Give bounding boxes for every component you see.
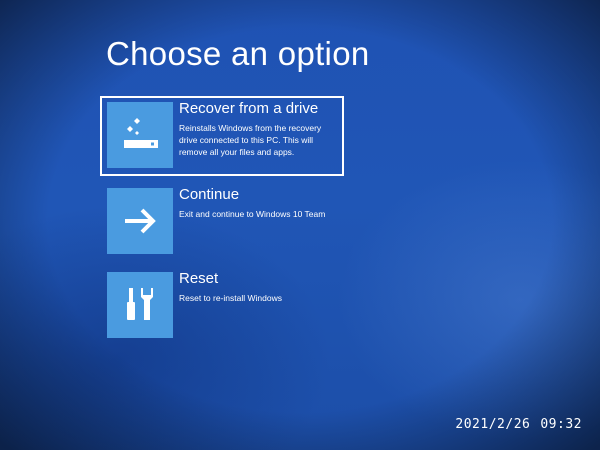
option-description: Reinstalls Windows from the recovery dri… (179, 123, 322, 157)
timestamp-date: 2021/2/26 (455, 417, 531, 432)
arrow-right-icon (125, 208, 156, 234)
timestamp-time: 09:32 (540, 417, 582, 432)
option-description: Reset to re-install Windows (179, 293, 282, 303)
option-continue[interactable]: Continue Exit and continue to Windows 10… (100, 182, 344, 262)
option-tile (107, 272, 173, 338)
option-title: Reset (179, 270, 219, 287)
page-title: Choose an option (106, 35, 370, 72)
option-reset[interactable]: Reset Reset to re-install Windows (100, 266, 344, 346)
option-recover-from-drive[interactable]: Recover from a drive Reinstalls Windows … (100, 96, 344, 176)
option-tile (107, 188, 173, 254)
recovery-drive-icon (124, 118, 158, 148)
option-title: Continue (179, 186, 240, 203)
tools-icon (127, 288, 153, 320)
option-tile (107, 102, 173, 168)
camera-timestamp: 2021/2/26 09:32 (455, 417, 582, 432)
option-description: Exit and continue to Windows 10 Team (179, 209, 326, 219)
option-title: Recover from a drive (179, 100, 319, 117)
